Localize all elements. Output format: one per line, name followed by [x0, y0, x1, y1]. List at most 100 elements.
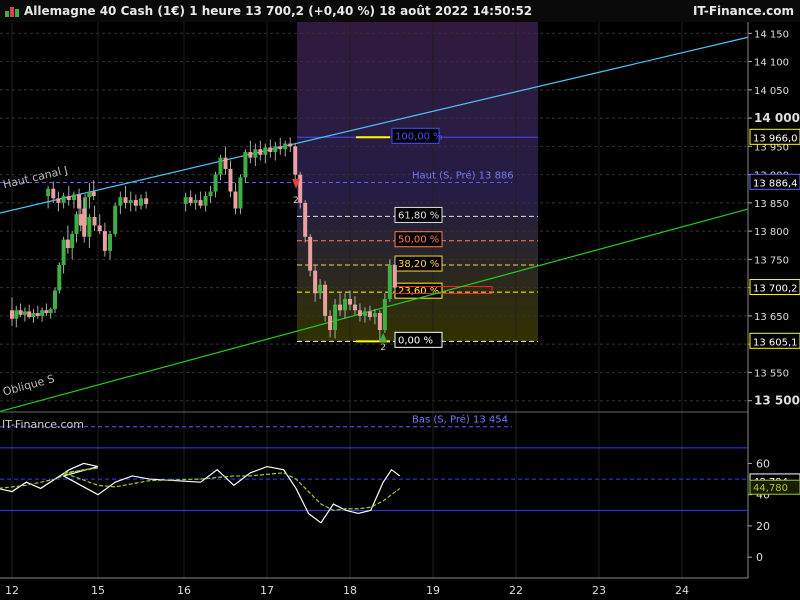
candle	[139, 194, 143, 210]
rsi-value-text: 48,794	[753, 477, 788, 488]
candle-body	[208, 191, 213, 197]
candle	[343, 293, 348, 319]
price-label-text: 13 700,2	[753, 284, 798, 295]
candle	[293, 143, 298, 181]
candle	[56, 191, 61, 212]
y-tick-label: 13 600	[754, 340, 789, 351]
candle-body	[133, 200, 138, 206]
candle-body	[92, 217, 97, 226]
candle	[248, 140, 253, 164]
candle-body	[102, 231, 107, 251]
candle-body	[46, 188, 51, 197]
signal-arrow-down-icon	[292, 179, 301, 189]
candle-body	[243, 152, 248, 178]
candle	[313, 265, 318, 302]
candle-body	[263, 147, 268, 155]
legend-item[interactable]: Prix	[2, 22, 43, 39]
candle-body	[44, 310, 49, 314]
candle	[377, 310, 382, 342]
y-axis-background	[748, 22, 800, 600]
candle	[387, 259, 392, 302]
candle-body	[387, 265, 392, 299]
candle	[82, 198, 87, 243]
legend-swatch-icon	[70, 435, 80, 444]
candle-body	[118, 197, 123, 206]
candle	[18, 303, 23, 318]
candle-body	[77, 194, 82, 209]
price-label: 13 605,1	[749, 332, 800, 349]
rsi-legend-item[interactable]: TMA (9)	[67, 431, 131, 448]
candle	[188, 190, 193, 206]
candle	[144, 191, 149, 209]
fib-label-box	[391, 127, 440, 144]
signal-marker: 2	[292, 179, 301, 206]
legend-item[interactable]: Plus Bas (J, Pré)	[44, 22, 151, 39]
legend-item[interactable]: Plus Haut (S, Pré)	[266, 22, 382, 39]
candle	[323, 280, 328, 322]
candle	[14, 305, 19, 328]
rsi-legend-item[interactable]: RSI (14)	[2, 431, 66, 448]
watermark: IT-Finance.com	[2, 418, 84, 431]
candle	[133, 194, 138, 212]
candle	[308, 233, 313, 277]
candle	[268, 139, 273, 158]
candle	[102, 222, 107, 257]
plot-background	[0, 22, 748, 412]
candle-body	[323, 284, 328, 316]
candle-body	[53, 290, 57, 310]
candle	[97, 214, 102, 234]
candle	[328, 310, 333, 338]
candle-body	[273, 146, 278, 152]
rsi-value-box	[749, 473, 800, 489]
candle	[278, 137, 283, 155]
candle-body	[56, 198, 61, 203]
candle	[223, 146, 228, 175]
legend-item[interactable]: Plus Bas (S, Pré)	[383, 22, 494, 39]
x-tick-label: 23	[592, 584, 606, 597]
candle-body	[27, 311, 32, 318]
candle-body	[70, 233, 75, 249]
price-label-box	[749, 332, 800, 349]
candle-body	[61, 196, 66, 203]
candle	[228, 160, 233, 198]
candle-body	[248, 152, 253, 158]
price-label: 13 966,0	[749, 128, 800, 145]
candle	[87, 183, 92, 209]
candle-body	[367, 311, 372, 318]
x-tick-label: 15	[91, 584, 105, 597]
candle	[83, 194, 88, 232]
candle-body	[113, 205, 118, 234]
x-tick-label: 22	[509, 584, 523, 597]
signal-label: 2	[380, 343, 386, 353]
x-tick-label: 24	[675, 584, 689, 597]
candle-body	[128, 200, 133, 203]
candle-body	[372, 313, 377, 318]
price-label: 13 700,2	[749, 279, 800, 296]
price-label-box	[749, 279, 800, 296]
fib-label: 61,80 %	[394, 206, 443, 223]
candle	[61, 236, 66, 274]
candle-body	[303, 202, 308, 237]
legend-swatch-icon	[5, 26, 14, 35]
channel-label: Haut canal J	[2, 164, 69, 192]
candle	[108, 231, 113, 260]
y-tick-label: 14 000	[754, 111, 800, 125]
candle	[46, 185, 51, 209]
candle	[243, 149, 248, 184]
fib-label-text: 100,00 %	[395, 131, 443, 142]
title-bar: Allemagne 40 Cash (1€) 1 heure 13 700,2 …	[0, 0, 800, 22]
legend-item[interactable]: Plus Haut (J, Pré)	[152, 22, 265, 39]
x-tick-label: 18	[343, 584, 357, 597]
candle	[193, 194, 198, 210]
candle	[367, 305, 372, 321]
candle	[303, 200, 308, 243]
rsi-line	[0, 462, 401, 524]
candle-body	[139, 198, 143, 206]
candle	[298, 171, 303, 209]
candle-body	[352, 304, 357, 311]
price-label-text: 13 605,1	[753, 337, 798, 348]
price-label-box	[749, 128, 800, 145]
legend-label: Plus Bas (J, Pré)	[59, 24, 146, 37]
fib-label-text: 0,00 %	[398, 335, 433, 346]
candle-body	[382, 298, 387, 331]
